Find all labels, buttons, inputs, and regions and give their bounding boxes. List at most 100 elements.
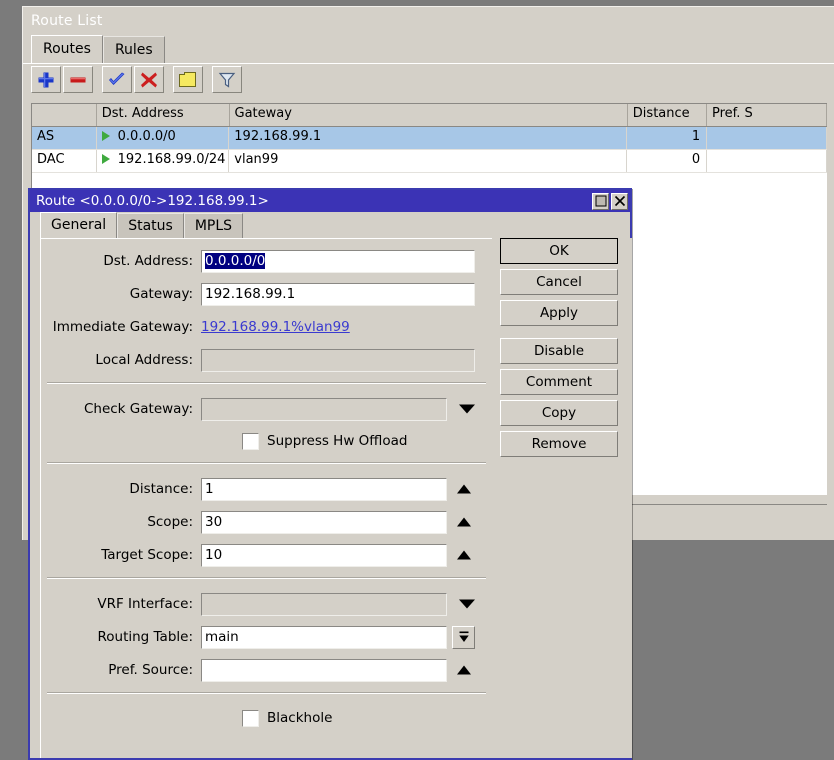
check-gateway-input[interactable]: [201, 397, 447, 421]
ok-button[interactable]: OK: [500, 238, 618, 264]
gateway-input[interactable]: 192.168.99.1: [201, 282, 475, 306]
cell-flags: DAC: [32, 150, 97, 172]
toolbar: [23, 63, 834, 95]
tab-mpls-label: MPLS: [194, 218, 233, 234]
vrf-interface-dropdown-arrow-icon[interactable]: [455, 593, 479, 616]
scope-label: Scope:: [147, 514, 193, 530]
dialog-general-panel: Dst. Address: 0.0.0.0/0 Gateway: 192.168…: [40, 238, 492, 758]
tab-status[interactable]: Status: [117, 213, 184, 238]
field-row-immediate-gateway: Immediate Gateway: 192.168.99.1%vlan99: [41, 314, 492, 340]
suppress-hw-offload-label: Suppress Hw Offload: [267, 433, 408, 449]
cell-distance: 0: [627, 150, 708, 172]
tab-status-label: Status: [128, 218, 173, 234]
cell-dst-address-text: 0.0.0.0/0: [117, 129, 176, 144]
comment-button[interactable]: Comment: [500, 369, 618, 395]
column-header-distance[interactable]: Distance: [628, 104, 707, 126]
routing-table-label: Routing Table:: [97, 629, 193, 645]
dialog-tab-bar: General Status MPLS: [30, 212, 630, 239]
cell-gateway: 192.168.99.1: [229, 127, 628, 149]
cell-dst-address: 0.0.0.0/0: [97, 127, 230, 149]
close-icon: [614, 195, 625, 207]
disable-button[interactable]: Disable: [500, 338, 618, 364]
local-address-input[interactable]: [201, 348, 475, 372]
disable-button[interactable]: [134, 66, 164, 93]
comment-button[interactable]: [173, 66, 203, 93]
maximize-button[interactable]: [592, 192, 609, 210]
tab-rules-label: Rules: [114, 42, 153, 58]
field-row-vrf-interface: VRF Interface:: [41, 591, 492, 617]
blackhole-label: Blackhole: [267, 710, 333, 726]
cancel-button[interactable]: Cancel: [500, 269, 618, 295]
copy-button[interactable]: Copy: [500, 400, 618, 426]
divider-top: [47, 382, 486, 384]
scope-input[interactable]: 30: [201, 510, 447, 534]
maximize-icon: [595, 195, 606, 207]
column-header-dst-address[interactable]: Dst. Address: [97, 104, 230, 126]
table-header-row: Dst. Address Gateway Distance Pref. S: [32, 104, 827, 127]
cell-flags: AS: [32, 127, 97, 149]
chevron-down-bar-icon: [458, 631, 469, 642]
tab-rules[interactable]: Rules: [102, 36, 165, 63]
scope-spinner-up-icon[interactable]: [453, 511, 475, 534]
plus-icon: [38, 72, 54, 87]
distance-spinner-up-icon[interactable]: [453, 478, 475, 501]
route-active-arrow-icon: [101, 129, 118, 144]
dialog-titlebar: Route <0.0.0.0/0->192.168.99.1>: [30, 190, 630, 212]
remove-button[interactable]: Remove: [500, 431, 618, 457]
field-row-pref-source: Pref. Source:: [41, 657, 492, 683]
field-row-routing-table: Routing Table: main: [41, 624, 492, 650]
table-row[interactable]: DAC 192.168.99.0/24 vlan99 0: [32, 150, 827, 173]
dst-address-input[interactable]: 0.0.0.0/0: [201, 249, 475, 273]
window-title: Route List: [31, 13, 103, 29]
column-header-dst-address-label: Dst. Address: [101, 106, 184, 121]
column-header-pref-source[interactable]: Pref. S: [707, 104, 827, 126]
distance-input[interactable]: 1: [201, 477, 447, 501]
cross-icon: [141, 72, 157, 87]
dst-address-label: Dst. Address:: [103, 253, 193, 269]
vrf-interface-input[interactable]: [201, 592, 447, 616]
gateway-label: Gateway:: [129, 286, 193, 302]
close-button[interactable]: [611, 192, 628, 210]
divider-lower: [47, 577, 486, 579]
column-header-gateway[interactable]: Gateway: [230, 104, 628, 126]
cell-gateway: vlan99: [229, 150, 628, 172]
pref-source-input[interactable]: [201, 658, 447, 682]
immediate-gateway-link[interactable]: 192.168.99.1%vlan99: [201, 319, 350, 335]
tab-routes[interactable]: Routes: [31, 35, 103, 63]
enable-button[interactable]: [102, 66, 132, 93]
dialog-button-column: OK Cancel Apply Disable Comment Copy Rem…: [500, 238, 618, 462]
immediate-gateway-label: Immediate Gateway:: [52, 319, 193, 335]
remove-button[interactable]: [63, 66, 93, 93]
tab-general-label: General: [51, 217, 107, 233]
table-row[interactable]: AS 0.0.0.0/0 192.168.99.1 1: [32, 127, 827, 150]
distance-label: Distance:: [129, 481, 193, 497]
add-button[interactable]: [31, 66, 61, 93]
field-row-blackhole: Blackhole: [41, 706, 492, 730]
routing-table-input[interactable]: main: [201, 625, 447, 649]
routing-table-dropdown-button[interactable]: [452, 625, 475, 649]
target-scope-input[interactable]: 10: [201, 543, 447, 567]
check-gateway-dropdown-arrow-icon[interactable]: [455, 398, 479, 421]
local-address-label: Local Address:: [95, 352, 193, 368]
tab-mpls[interactable]: MPLS: [183, 213, 244, 238]
pref-source-spinner-up-icon[interactable]: [453, 659, 475, 682]
target-scope-spinner-up-icon[interactable]: [453, 544, 475, 567]
apply-button[interactable]: Apply: [500, 300, 618, 326]
tab-general[interactable]: General: [40, 212, 118, 238]
cell-distance: 1: [627, 127, 708, 149]
tab-routes-label: Routes: [43, 41, 91, 57]
divider-bottom: [47, 692, 486, 694]
vrf-interface-label: VRF Interface:: [97, 596, 193, 612]
cell-pref-source: [707, 150, 827, 172]
field-row-check-gateway: Check Gateway:: [41, 396, 492, 422]
suppress-hw-offload-checkbox[interactable]: [242, 432, 259, 450]
sort-ascending-icon: [215, 110, 224, 117]
blackhole-checkbox[interactable]: [242, 709, 259, 727]
window-titlebar: Route List: [23, 7, 834, 35]
cell-dst-address: 192.168.99.0/24: [97, 150, 230, 172]
funnel-icon: [218, 72, 236, 88]
minus-icon: [70, 77, 86, 82]
column-header-flags[interactable]: [32, 104, 97, 126]
dst-address-value: 0.0.0.0/0: [205, 252, 266, 269]
filter-button[interactable]: [212, 66, 242, 93]
